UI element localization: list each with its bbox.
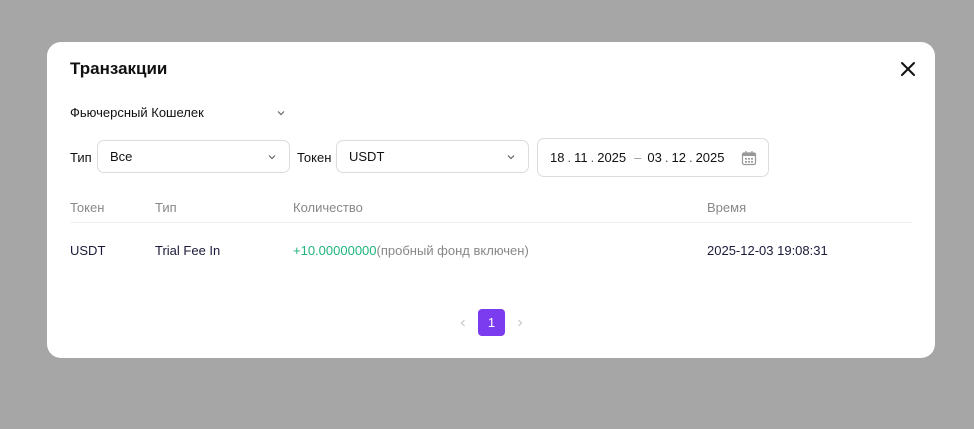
token-filter-select[interactable]: USDT — [336, 140, 529, 173]
chevron-down-icon — [507, 154, 515, 159]
wallet-select[interactable]: Фьючерсный Кошелек — [70, 105, 286, 120]
header-token: Токен — [70, 200, 105, 215]
date-range-picker[interactable]: 18 . 11 . 2025 – 03 . 12 . 2025 — [537, 138, 769, 177]
type-filter-value: Все — [110, 149, 133, 164]
token-filter-label: Токен — [297, 150, 332, 165]
chevron-left-icon[interactable] — [457, 317, 469, 329]
date-separator: . — [567, 150, 572, 165]
date-to-year: 2025 — [695, 150, 725, 165]
chevron-down-icon — [268, 154, 276, 159]
pagination: 1 — [457, 309, 526, 336]
date-range-separator: – — [634, 150, 642, 165]
date-from-day: 18 — [550, 150, 565, 165]
row-amount: +10.00000000 — [293, 243, 377, 258]
row-type: Trial Fee In — [155, 243, 221, 258]
token-filter-value: USDT — [349, 149, 385, 164]
type-filter-select[interactable]: Все — [97, 140, 290, 173]
row-amount-note: (пробный фонд включен) — [376, 243, 529, 258]
date-separator: . — [688, 150, 693, 165]
date-separator: . — [664, 150, 669, 165]
table-header-divider — [70, 222, 912, 223]
modal-title: Транзакции — [70, 59, 168, 78]
date-to-month: 12 — [671, 150, 686, 165]
chevron-down-icon — [277, 110, 285, 115]
header-type: Тип — [155, 200, 177, 215]
row-amount-cell: +10.00000000(пробный фонд включен) — [293, 243, 529, 258]
wallet-select-value: Фьючерсный Кошелек — [70, 105, 204, 120]
page-1-button[interactable]: 1 — [478, 309, 505, 336]
header-amount: Количество — [293, 200, 363, 215]
header-time: Время — [707, 200, 747, 215]
close-icon[interactable] — [899, 60, 917, 78]
row-token: USDT — [70, 243, 106, 258]
transactions-modal: Транзакции Фьючерсный Кошелек Тип Все То… — [47, 42, 935, 358]
row-time: 2025-12-03 19:08:31 — [707, 243, 828, 258]
date-to-day: 03 — [647, 150, 662, 165]
date-from-year: 2025 — [597, 150, 627, 165]
date-separator: . — [590, 150, 595, 165]
chevron-right-icon[interactable] — [514, 317, 526, 329]
type-filter-label: Тип — [70, 150, 92, 165]
date-from-month: 11 — [574, 150, 588, 165]
calendar-icon[interactable] — [741, 150, 757, 166]
